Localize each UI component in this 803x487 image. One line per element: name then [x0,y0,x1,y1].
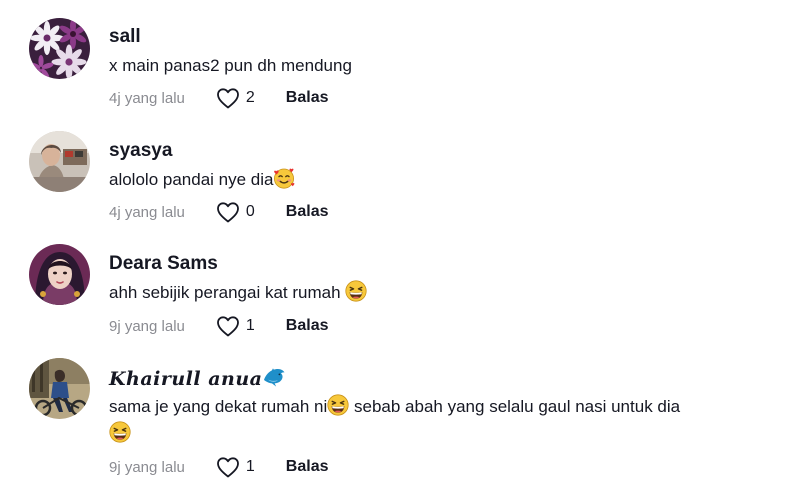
like-button[interactable]: 2 [216,87,255,109]
heart-outline-icon [216,315,240,337]
grinning-squinting-face-icon [345,280,367,302]
comment-text: alololo pandai nye dia [109,166,789,193]
avatar[interactable] [29,131,90,192]
like-button[interactable]: 1 [216,315,255,337]
comment-meta: 4j yang lalu 0 Balas [109,200,329,224]
username[interactable]: Khairull anua [109,366,286,390]
comment-text-content: ahh sebijik perangai kat rumah [109,283,341,302]
avatar[interactable] [29,18,90,79]
comment-text-part2: sebab abah yang selalu gaul nasi untuk d… [349,397,681,416]
grinning-squinting-face-icon [327,394,349,416]
like-button[interactable]: 1 [216,456,255,478]
comment-time: 4j yang lalu [109,89,185,107]
reply-button[interactable]: Balas [286,203,329,221]
comment-text: ahh sebijik perangai kat rumah [109,279,789,306]
dolphin-icon [262,366,286,388]
hijab-selfie-avatar-icon [29,244,90,305]
comment-text: x main panas2 pun dh mendung [109,56,352,75]
comment-text-part1: sama je yang dekat rumah ni [109,397,328,416]
reply-button[interactable]: Balas [286,89,329,107]
like-count: 1 [245,458,255,475]
avatar[interactable] [29,244,90,305]
grinning-squinting-face-icon [109,421,131,443]
comment-text: sama je yang dekat rumah ni sebab abah y… [109,393,789,447]
purple-flowers-avatar-icon [29,18,90,79]
reply-button[interactable]: Balas [286,317,329,335]
like-button[interactable]: 0 [216,201,255,223]
username-text: Khairull anua [109,368,263,390]
reply-button[interactable]: Balas [286,458,329,476]
comment-meta: 9j yang lalu 1 Balas [109,455,329,479]
comment-text-content: alololo pandai nye dia [109,170,274,189]
person-photo-avatar-icon [29,131,90,192]
username[interactable]: syasya [109,140,172,162]
like-count: 0 [245,203,255,220]
like-count: 1 [245,317,255,334]
comment-meta: 4j yang lalu 2 Balas [109,86,329,110]
heart-outline-icon [216,456,240,478]
heart-outline-icon [216,201,240,223]
smiling-face-with-hearts-icon [273,167,295,189]
username[interactable]: Deara Sams [109,253,218,275]
comment-time: 4j yang lalu [109,203,185,221]
username[interactable]: sall [109,26,141,48]
comment-time: 9j yang lalu [109,458,185,476]
avatar[interactable] [29,358,90,419]
like-count: 2 [245,89,255,106]
comment-meta: 9j yang lalu 1 Balas [109,314,329,338]
heart-outline-icon [216,87,240,109]
motorbike-rider-avatar-icon [29,358,90,419]
comment-time: 9j yang lalu [109,317,185,335]
